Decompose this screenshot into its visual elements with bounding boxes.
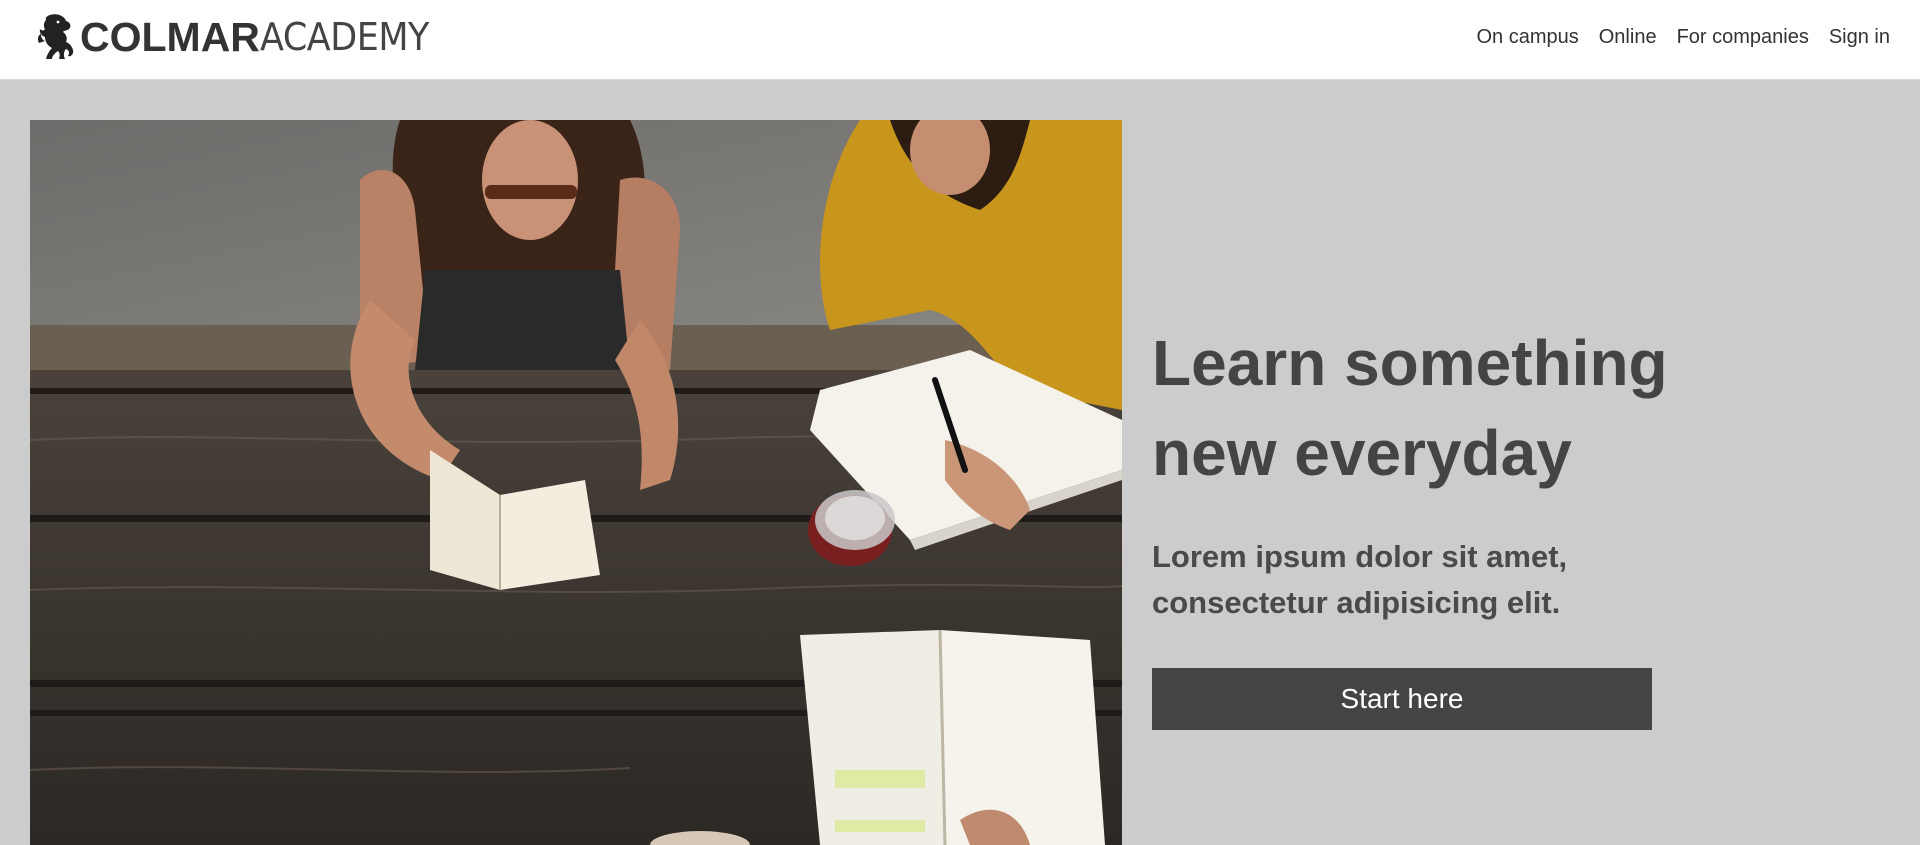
- nav-item-for-companies[interactable]: For companies: [1677, 26, 1809, 49]
- brand-name-bold: COLMAR: [80, 13, 260, 60]
- hero-photo: [30, 120, 1122, 845]
- start-here-button[interactable]: Start here: [1152, 668, 1652, 730]
- nav-item-on-campus[interactable]: On campus: [1476, 26, 1578, 49]
- nav-item-online[interactable]: Online: [1599, 26, 1657, 49]
- main-nav: On campus Online For companies Sign in: [1456, 26, 1890, 49]
- hero-headline: Learn something new everyday: [1152, 327, 1668, 489]
- nav-item-sign-in[interactable]: Sign in: [1829, 26, 1890, 49]
- hero-subtext: Lorem ipsum dolor sit amet, consectetur …: [1152, 539, 1568, 620]
- lion-rampant-icon: [36, 13, 76, 61]
- brand-name-light: ACADEMY: [259, 15, 429, 59]
- brand-logo[interactable]: COLMAR ACADEMY: [36, 12, 444, 62]
- site-header: COLMAR ACADEMY On campus Online For comp…: [0, 0, 1920, 80]
